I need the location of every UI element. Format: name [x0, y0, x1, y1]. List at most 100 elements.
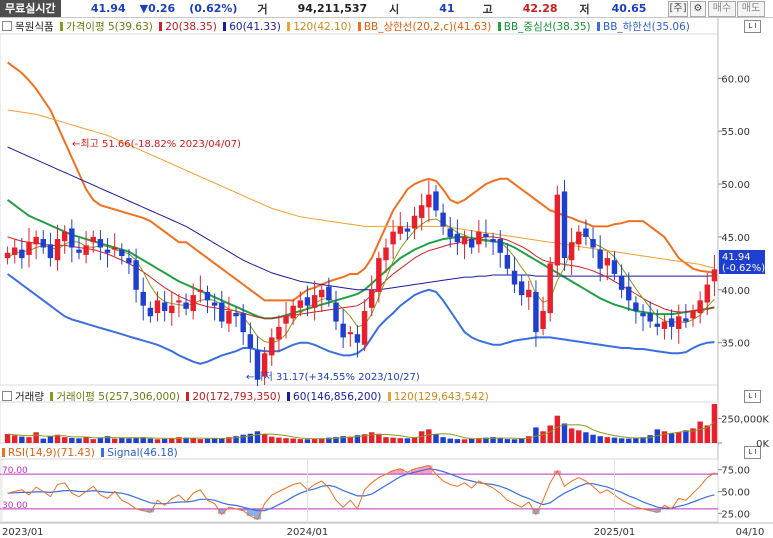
candle-body — [454, 233, 461, 243]
volume-bar — [269, 436, 275, 443]
volume-bar — [311, 438, 318, 443]
candle-body — [233, 313, 239, 317]
candle-body — [590, 239, 596, 248]
candle-body — [161, 302, 168, 311]
rsi-line — [7, 464, 715, 521]
volume-bar — [626, 438, 632, 443]
low-annotation: ←최저 31.17(+34.55% 2023/10/27) — [246, 371, 420, 383]
candle-body — [690, 310, 696, 319]
candle-body — [440, 212, 446, 227]
volume-bar — [276, 437, 282, 443]
candle-body — [26, 242, 32, 255]
volume-ma5-line — [7, 421, 715, 440]
candle-body — [476, 231, 482, 245]
candle-body — [247, 334, 254, 348]
high-annotation-text: 최고 51.66(-18.82% 2023/04/07) — [80, 138, 241, 150]
candle-body — [176, 300, 182, 303]
candle-body — [340, 323, 346, 338]
last-price-tag: 41.94 (-0.62%) — [719, 250, 765, 274]
candle-body — [611, 260, 618, 274]
chart-canvas[interactable]: 35.0040.0045.0050.0055.0060.00 ←최고 51.66… — [0, 0, 773, 538]
candle-body — [69, 228, 75, 248]
candle-body — [90, 236, 96, 243]
candle-body — [290, 305, 296, 319]
volume-bar — [683, 430, 689, 443]
annotations: ←최고 51.66(-18.82% 2023/04/07) ←최저 31.17(… — [72, 138, 420, 383]
last-price-pct: (-0.62%) — [722, 263, 765, 274]
volume-bar — [397, 438, 403, 443]
volume-bar — [240, 434, 246, 443]
price-tick-label: 60.00 — [721, 74, 750, 85]
volume-bar — [368, 432, 375, 443]
candle-body — [283, 316, 289, 324]
volume-bar — [119, 437, 125, 443]
candle-body — [576, 231, 582, 245]
volume-bar — [597, 436, 603, 443]
candle-body — [597, 249, 603, 269]
candle-body — [683, 318, 689, 322]
volume-bar — [76, 438, 82, 443]
candle-body — [404, 228, 411, 232]
rsi-upper-guide-label: 70.00 — [2, 466, 28, 476]
high-arrow: ← — [72, 139, 80, 150]
ma5-line — [7, 218, 715, 344]
rsi-lower-guide-label: 30.00 — [2, 501, 28, 511]
volume-bars — [0, 401, 719, 444]
volume-bar — [554, 415, 561, 443]
volume-bar — [254, 431, 261, 443]
volume-bar — [304, 439, 311, 443]
candle-body — [668, 318, 675, 327]
candle-body — [269, 337, 275, 356]
candle-body — [647, 313, 653, 322]
ma120-line — [7, 109, 715, 269]
candle-body — [604, 258, 611, 266]
candle-body — [304, 297, 311, 306]
candle-body — [47, 244, 54, 259]
ma60-line — [7, 146, 715, 291]
candle-body — [497, 239, 503, 253]
candle-body — [147, 307, 154, 317]
volume-bar — [154, 439, 161, 443]
candle-body — [4, 252, 11, 259]
volume-bar — [133, 437, 139, 443]
volume-bar — [618, 438, 625, 443]
candle-body — [654, 323, 661, 327]
candle-body — [154, 300, 161, 314]
candle-body — [390, 231, 396, 245]
candle-body — [204, 291, 211, 301]
volume-bar — [290, 438, 296, 443]
volume-bar — [219, 438, 225, 443]
volume-bar — [147, 438, 154, 443]
rsi-tick-label: 50.00 — [721, 488, 750, 499]
low-annotation-text: 최저 31.17(+34.55% 2023/10/27) — [254, 371, 419, 383]
candle-body — [333, 302, 339, 322]
candle-body — [61, 231, 68, 242]
candle-body — [169, 305, 175, 314]
candle-body — [618, 276, 625, 290]
candle-body — [547, 263, 553, 314]
volume-bar — [283, 438, 289, 443]
candle-body — [640, 313, 646, 317]
volume-bar — [40, 438, 46, 443]
candle-body — [626, 286, 632, 301]
candle-body — [468, 239, 475, 248]
date-tick-label: 2024/01 — [287, 527, 329, 538]
last-price-value: 41.94 — [722, 252, 751, 263]
candle-body — [540, 310, 546, 329]
candlesticks — [4, 179, 718, 387]
rsi-panel-frame — [0, 458, 719, 523]
volume-bar — [61, 437, 68, 443]
candle-body — [426, 194, 432, 208]
candle-body — [518, 281, 525, 296]
volume-bar — [697, 421, 703, 443]
price-tick-label: 35.00 — [721, 339, 750, 350]
volume-bar — [404, 438, 411, 443]
date-tick-label: 2023/01 — [2, 527, 44, 538]
candle-body — [347, 332, 354, 335]
rsi-signal-line — [7, 468, 715, 512]
volume-bar — [111, 438, 118, 443]
volume-bar — [454, 439, 461, 443]
date-axis: 2023/01 2024/01 2025/01 04/10 — [0, 459, 773, 538]
candle-body — [126, 258, 132, 264]
rsi-tick-label: 25.00 — [721, 509, 750, 520]
